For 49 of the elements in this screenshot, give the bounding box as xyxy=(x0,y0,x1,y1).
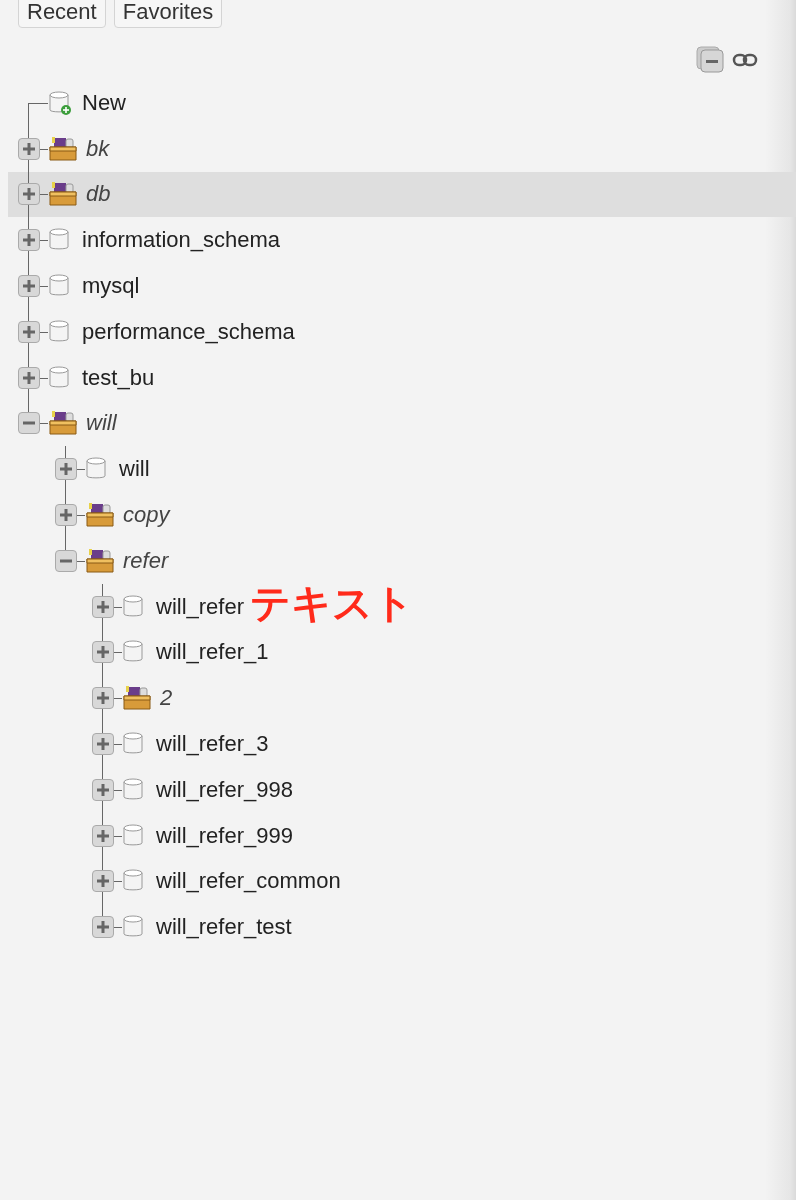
tree-item-label[interactable]: will_refer_999 xyxy=(156,822,293,849)
tree-item-label[interactable]: will_refer_test xyxy=(156,914,292,941)
tree-item-label[interactable]: will_refer_common xyxy=(156,868,341,895)
box-icon xyxy=(122,685,152,712)
tree-item-label[interactable]: copy xyxy=(123,502,170,529)
link-icon[interactable] xyxy=(732,53,758,67)
tree-item-label[interactable]: refer xyxy=(123,547,169,574)
tree-item-label[interactable]: performance_schema xyxy=(82,318,295,345)
expand-icon[interactable] xyxy=(92,687,114,710)
tree-item-label[interactable]: will_refer_998 xyxy=(156,776,293,803)
tree-item-label[interactable]: 2 xyxy=(160,685,173,712)
box-icon xyxy=(48,410,78,437)
tree-item-label[interactable]: db xyxy=(86,181,111,208)
new-database-icon xyxy=(48,89,72,116)
tree-item-label[interactable]: will_refer_3 xyxy=(156,731,269,758)
tree-item-label[interactable]: New xyxy=(82,89,126,116)
tree-item-label[interactable]: will xyxy=(86,410,117,437)
tree-item-label[interactable]: mysql xyxy=(82,273,140,300)
expand-icon[interactable] xyxy=(18,275,40,298)
tree-item-label[interactable]: will_refer_1 xyxy=(156,639,269,666)
expand-icon[interactable] xyxy=(55,504,77,527)
expand-icon[interactable] xyxy=(18,229,40,252)
expand-icon[interactable] xyxy=(55,458,77,481)
tab-button[interactable]: Favorites xyxy=(113,0,223,28)
tree-item-label[interactable]: bk xyxy=(86,135,110,162)
tree-item-label[interactable]: will xyxy=(119,456,150,483)
expand-icon[interactable] xyxy=(92,641,114,664)
expand-icon[interactable] xyxy=(92,778,114,801)
expand-icon[interactable] xyxy=(92,916,114,939)
expand-icon[interactable] xyxy=(92,870,114,893)
expand-icon[interactable] xyxy=(92,733,114,756)
collapse-icon[interactable] xyxy=(18,412,40,435)
box-icon xyxy=(85,502,115,529)
annotation-text: テキスト xyxy=(250,580,415,628)
tree-item-label[interactable]: will_refer xyxy=(156,593,245,620)
expand-icon[interactable] xyxy=(18,137,40,160)
collapse-all-icon[interactable] xyxy=(696,46,726,74)
collapse-icon[interactable] xyxy=(55,549,77,572)
tree-item-label[interactable]: test_bu xyxy=(82,364,155,391)
tab-button[interactable]: Recent xyxy=(18,0,106,28)
expand-icon[interactable] xyxy=(92,824,114,847)
expand-icon[interactable] xyxy=(18,183,40,206)
expand-icon[interactable] xyxy=(18,366,40,389)
box-icon xyxy=(48,135,78,162)
tree-item-label[interactable]: information_schema xyxy=(82,227,281,254)
box-icon xyxy=(48,181,78,208)
expand-icon[interactable] xyxy=(18,320,40,343)
expand-icon[interactable] xyxy=(92,595,114,618)
box-icon xyxy=(85,547,115,574)
